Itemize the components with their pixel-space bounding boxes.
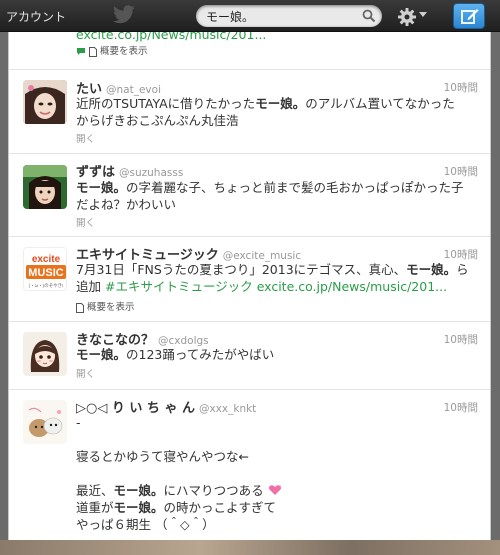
logo-bot: (・ω・)のぞやき! [29, 282, 64, 289]
text-segment: 道重が [76, 500, 114, 515]
expand-link[interactable]: 開く [76, 131, 95, 145]
text-line: だよね？かわいい [76, 197, 177, 212]
summary-label: 概要を表示 [87, 302, 135, 313]
avatar-image [23, 165, 67, 209]
search-highlight: モー娘。 [255, 96, 306, 111]
search-highlight: モー娘。 [76, 180, 127, 195]
sparkling-heart-icon [268, 484, 282, 495]
excite-music-logo: excite MUSIC (・ω・)のぞやき! [24, 248, 66, 290]
avatar-image [23, 400, 67, 444]
compose-tweet-button[interactable] [453, 3, 485, 29]
tweet-item[interactable]: ずずは @suzuhasss 10時間 モー娘。の字着麗な子、ちょっと前まで髪の毛… [9, 154, 490, 237]
author-name[interactable]: ずずは [76, 165, 115, 180]
logo-mid: MUSIC [28, 267, 64, 279]
tweet-item[interactable]: ▷○◁ り い ち ゃ ん @xxx_knkt 10時間 - 寝るとかゆうて寝やん… [9, 390, 490, 555]
tweet-text: モー娘。の字着麗な子、ちょっと前まで髪の毛おかっぱっぽかった子 だよね？かわいい [76, 179, 480, 213]
summary-toggle[interactable]: 概要を表示 [76, 43, 148, 57]
avatar[interactable] [23, 165, 67, 209]
tweet-timestamp[interactable]: 10時間 [444, 164, 478, 179]
text-line: やっぱ６期生 （＾◇＾） [76, 517, 215, 532]
search-highlight: モー娘。 [113, 483, 164, 498]
twitter-bird-icon[interactable] [112, 5, 136, 25]
tweet-text: - 寝るとかゆうて寝やんやつな← 最近、モー娘。にハマりつつある 道重がモー娘。… [76, 414, 480, 533]
summary-toggle[interactable]: 概要を表示 [76, 299, 135, 313]
search-icon[interactable] [362, 9, 376, 23]
text-line: 寝るとかゆうて寝やんやつな← [76, 449, 249, 464]
search-box[interactable] [196, 5, 382, 27]
document-icon [89, 46, 97, 57]
timeline-panel: excite.co.jp/News/music/201... 概要を表示 たい @… [8, 32, 491, 555]
background-strip [0, 540, 500, 555]
tweet-author[interactable]: ずずは @suzuhasss [76, 161, 183, 180]
avatar[interactable] [23, 332, 67, 376]
search-highlight: モー娘。 [113, 500, 164, 515]
text-segment: のアルバム置いてなかった [305, 96, 455, 111]
search-highlight: モー娘。 [406, 262, 457, 277]
summary-label: 概要を表示 [100, 46, 148, 57]
text-segment: の字着麗な子、ちょっと前まで髪の毛おかっぱっぽかった子 [126, 180, 464, 195]
search-highlight: モー娘。 [76, 347, 127, 362]
avatar[interactable]: excite MUSIC (・ω・)のぞやき! [23, 247, 67, 291]
tweet-item[interactable]: excite MUSIC (・ω・)のぞやき! エキサイトミュージック @exci… [9, 237, 490, 322]
text-segment: 追加 [76, 279, 105, 294]
text-segment: の時かっこよすぎて [163, 500, 277, 515]
tweet-text: 7月31日「FNSうたの夏まつり」2013にテゴマス、真心、モー娘。ら 追加 #… [76, 261, 480, 295]
avatar[interactable] [23, 400, 67, 444]
tweet-item[interactable]: きなこなの？ @cxdolgs 10時間 モー娘。の123踊ってみたがやばい 開く [9, 322, 490, 390]
avatar[interactable] [23, 80, 67, 124]
tweet-timestamp[interactable]: 10時間 [444, 400, 478, 415]
tweet-link[interactable]: excite.co.jp/News/music/201... [253, 279, 447, 294]
tweet-text: excite.co.jp/News/music/201... [76, 32, 480, 43]
hashtag-link[interactable]: #エキサイトミュージック [105, 279, 253, 294]
tweet-link[interactable]: excite.co.jp/News/music/201... [76, 32, 266, 42]
tweet-timestamp[interactable]: 10時間 [444, 80, 478, 95]
text-segment: 近所のTSUTAYAに借りたかった [76, 96, 256, 111]
text-line: - [76, 415, 81, 430]
expand-link[interactable]: 開く [76, 366, 95, 380]
tweet-text: モー娘。の123踊ってみたがやばい [76, 346, 480, 363]
account-menu-label[interactable]: アカウント [6, 8, 66, 25]
text-segment: 7月31日「FNSうたの夏まつり」2013にテゴマス、真心、 [76, 262, 407, 277]
tweet-timestamp[interactable]: 10時間 [444, 332, 478, 347]
top-navigation-bar: アカウント [0, 0, 500, 32]
chevron-down-icon[interactable] [419, 12, 427, 18]
text-segment: ら [456, 262, 469, 277]
tweet-item[interactable]: たい @nat_evoi 10時間 近所のTSUTAYAに借りたかったモー娘。のア… [9, 70, 490, 154]
compose-icon [461, 9, 479, 24]
gear-icon[interactable] [397, 7, 417, 27]
speech-bubble-icon [77, 48, 85, 55]
tweet-text: 近所のTSUTAYAに借りたかったモー娘。のアルバム置いてなかった からげきおこ… [76, 95, 480, 129]
expand-link[interactable]: 開く [76, 215, 95, 229]
text-segment: の123踊ってみたがやばい [126, 347, 275, 362]
search-input[interactable] [206, 7, 356, 25]
author-handle[interactable]: @suzuhasss [119, 167, 183, 179]
text-line: からげきおこぷんぷん丸佳浩 [76, 113, 239, 128]
document-icon [76, 302, 84, 313]
text-segment: 最近、 [76, 483, 114, 498]
tweet-timestamp[interactable]: 10時間 [444, 247, 478, 262]
text-segment: にハマりつつある [163, 483, 264, 498]
logo-top: excite [32, 254, 61, 265]
avatar-image [23, 80, 67, 124]
avatar-image [23, 332, 67, 376]
tweet-item[interactable]: excite.co.jp/News/music/201... 概要を表示 [9, 32, 490, 70]
